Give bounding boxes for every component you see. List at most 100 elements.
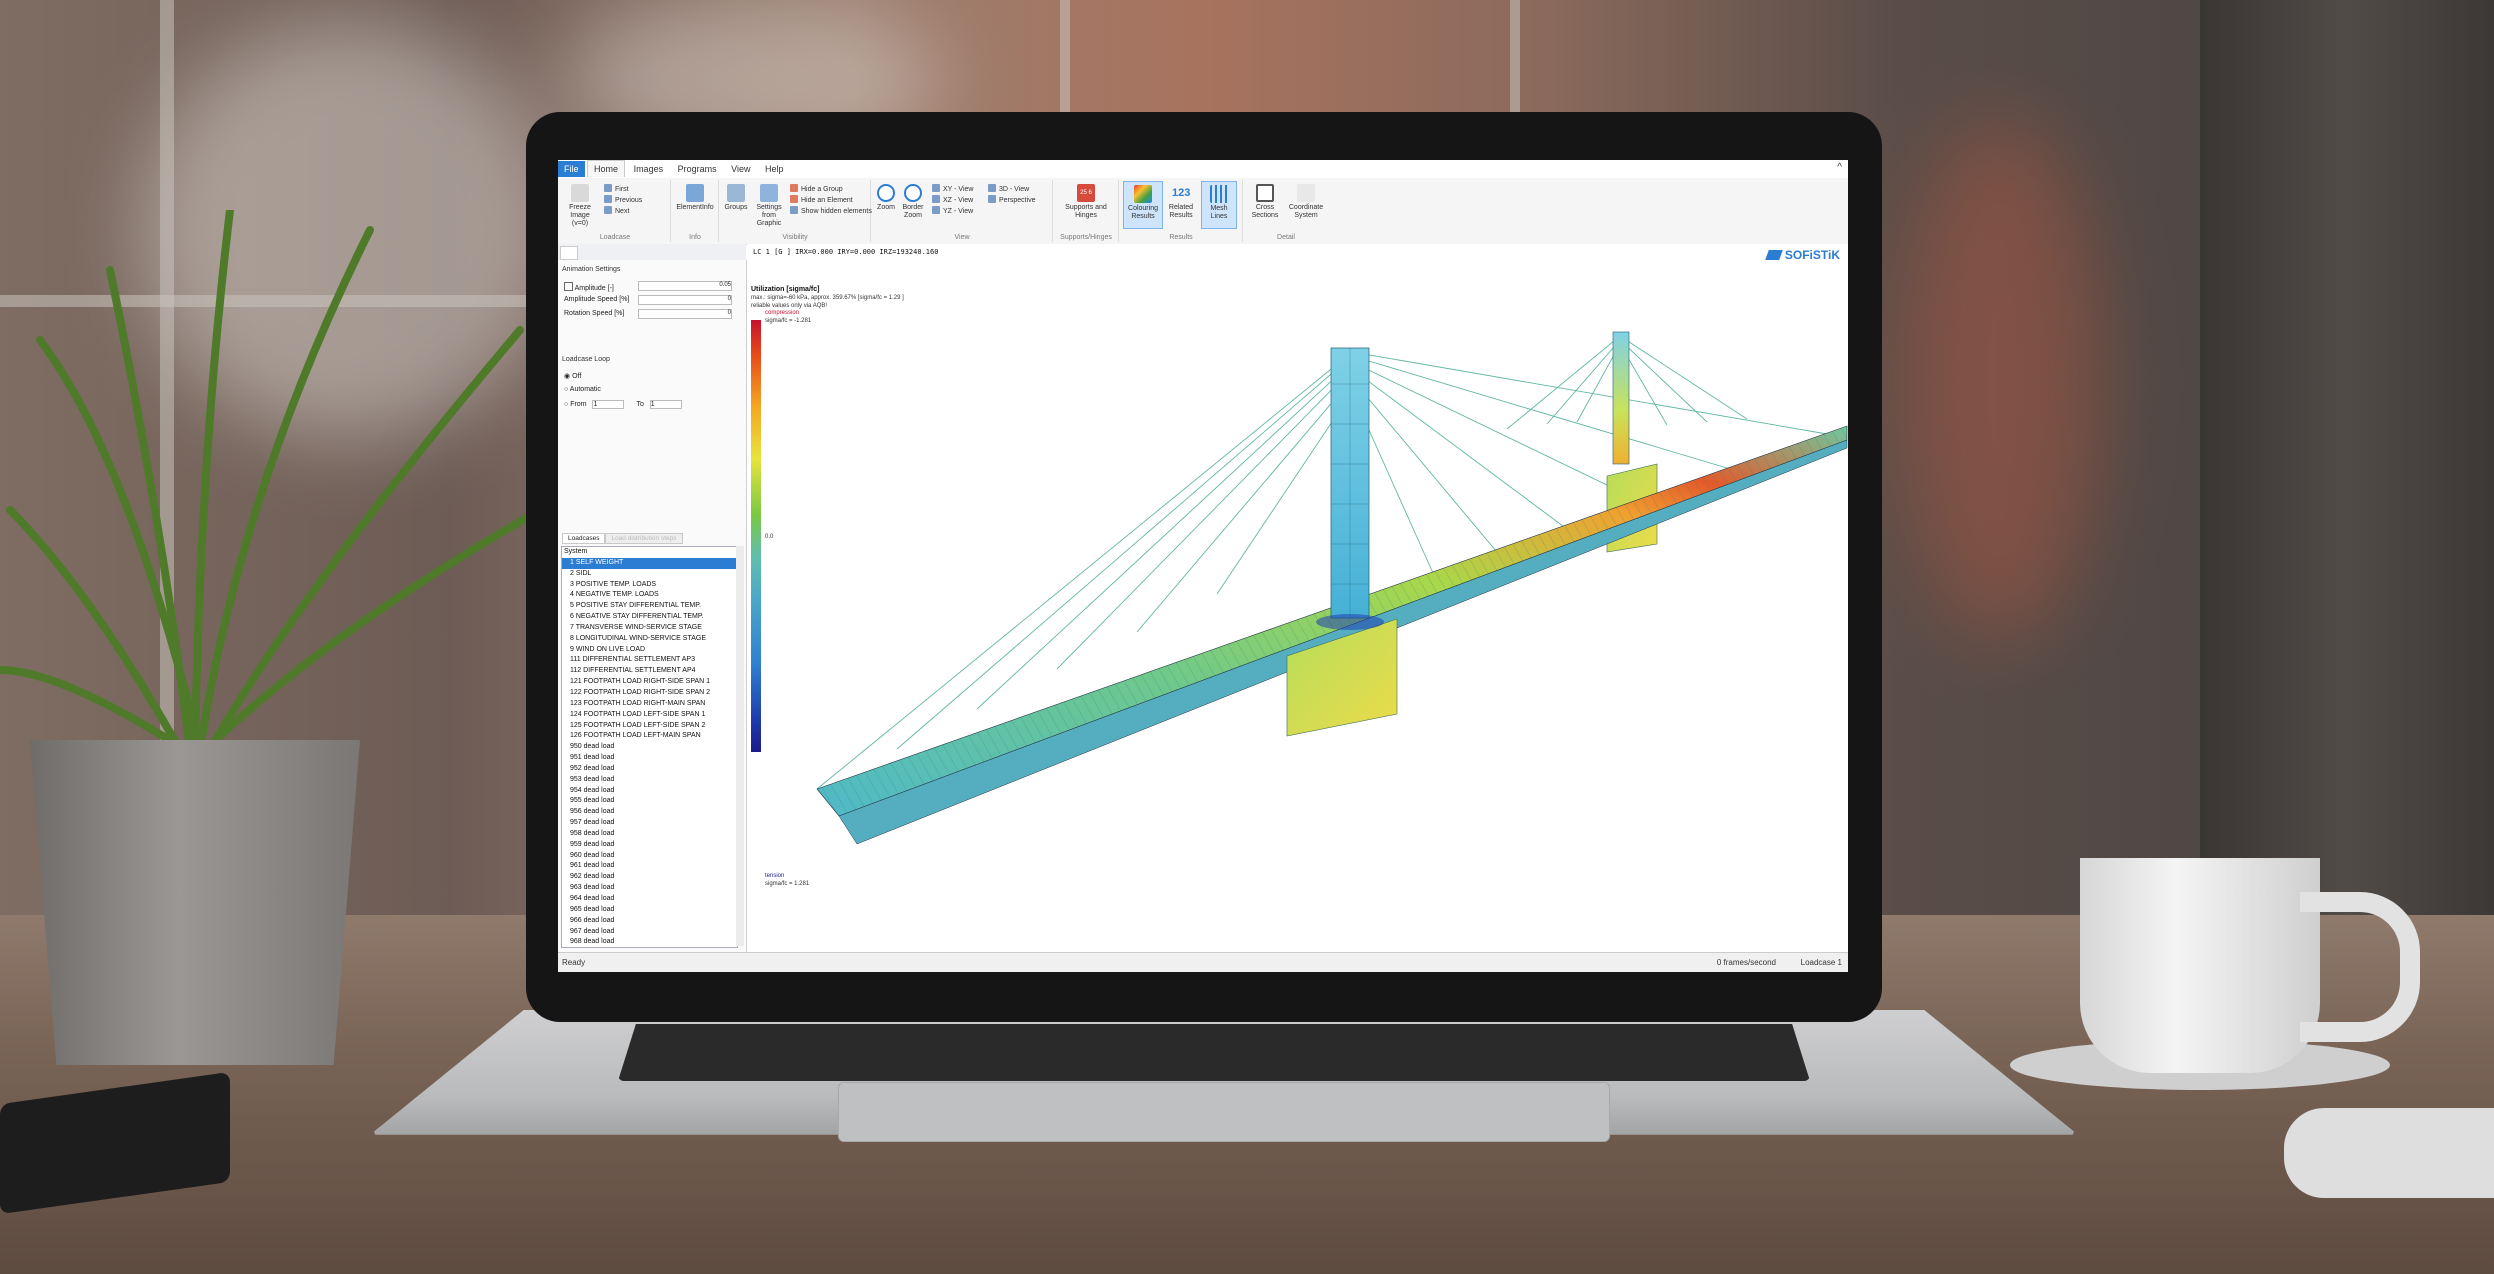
loadcase-item[interactable]: 6 NEGATIVE STAY DIFFERENTIAL TEMP. xyxy=(562,612,737,623)
loadcase-item[interactable]: 958 dead load xyxy=(562,829,737,840)
loadcase-item[interactable]: 965 dead load xyxy=(562,905,737,916)
laptop-trackpad xyxy=(838,1082,1610,1142)
loadcase-item[interactable]: 5 POSITIVE STAY DIFFERENTIAL TEMP. xyxy=(562,601,737,612)
border-zoom-button[interactable]: Border Zoom xyxy=(898,184,928,220)
xz-view-button[interactable]: XZ - View xyxy=(932,195,973,204)
loadcase-item[interactable]: 4 NEGATIVE TEMP. LOADS xyxy=(562,590,737,601)
to-select[interactable]: 1 xyxy=(649,400,682,409)
loadcase-item[interactable]: 962 dead load xyxy=(562,872,737,883)
settings-graphic-label: Settings from Graphic xyxy=(756,204,782,227)
loadcase-item[interactable]: 959 dead load xyxy=(562,840,737,851)
element-info-button[interactable]: ElementInfo xyxy=(674,184,716,212)
loadcase-item[interactable]: 125 FOOTPATH LOAD LEFT-SIDE SPAN 2 xyxy=(562,721,737,732)
status-fps: 0 frames/second xyxy=(1716,958,1776,967)
loadcase-item[interactable]: 957 dead load xyxy=(562,818,737,829)
previous-button[interactable]: Previous xyxy=(604,195,642,204)
related-label: Related Results xyxy=(1168,204,1194,219)
loadcase-item[interactable]: 954 dead load xyxy=(562,786,737,797)
menu-home[interactable]: Home xyxy=(587,160,626,177)
radio-off[interactable]: ◉ Off xyxy=(564,372,581,380)
show-hidden-button[interactable]: Show hidden elements xyxy=(790,206,872,215)
menu-help[interactable]: Help xyxy=(759,161,790,177)
first-button[interactable]: First xyxy=(604,184,629,193)
loadcase-item[interactable]: 964 dead load xyxy=(562,894,737,905)
radio-automatic[interactable]: ○ Automatic xyxy=(564,386,601,393)
coordinate-system-button[interactable]: Coordinate System xyxy=(1286,184,1326,220)
loadcase-item[interactable]: 1 SELF WEIGHT xyxy=(562,557,737,569)
loadcase-item[interactable]: 961 dead load xyxy=(562,861,737,872)
cup-handle xyxy=(2300,892,2420,1042)
loadcase-item[interactable]: 963 dead load xyxy=(562,883,737,894)
loadcase-item[interactable]: 122 FOOTPATH LOAD RIGHT-SIDE SPAN 2 xyxy=(562,688,737,699)
loadcase-item[interactable]: 2 SIDL xyxy=(562,569,737,580)
hide-group-button[interactable]: Hide a Group xyxy=(790,184,843,193)
xy-view-button[interactable]: XY - View xyxy=(932,184,973,193)
groups-button[interactable]: Groups xyxy=(722,184,750,212)
loadcase-item[interactable]: 121 FOOTPATH LOAD RIGHT-SIDE SPAN 1 xyxy=(562,677,737,688)
loadcase-item[interactable]: 112 DIFFERENTIAL SETTLEMENT AP4 xyxy=(562,666,737,677)
loadcase-item[interactable]: 3 POSITIVE TEMP. LOADS xyxy=(562,580,737,591)
loadcase-item[interactable]: 124 FOOTPATH LOAD LEFT-SIDE SPAN 1 xyxy=(562,710,737,721)
perspective-button[interactable]: Perspective xyxy=(988,195,1036,204)
show-hidden-label: Show hidden elements xyxy=(801,208,872,215)
menu-programs[interactable]: Programs xyxy=(672,161,723,177)
group-info: ElementInfo Info xyxy=(672,180,719,242)
settings-from-graphic-button[interactable]: Settings from Graphic xyxy=(750,184,788,228)
loadcase-item[interactable]: 968 dead load xyxy=(562,937,737,947)
amp-speed-label: Amplitude Speed [%] xyxy=(564,296,630,303)
menu-images[interactable]: Images xyxy=(628,161,670,177)
window-collapse-button[interactable]: ^ xyxy=(1837,162,1842,173)
loadcase-item[interactable]: 111 DIFFERENTIAL SETTLEMENT AP3 xyxy=(562,655,737,666)
list-scrollbar[interactable] xyxy=(736,546,744,946)
supports-hinges-button[interactable]: 25 6 Supports and Hinges xyxy=(1058,184,1114,220)
related-results-button[interactable]: 123 Related Results xyxy=(1164,184,1198,220)
cross-sections-button[interactable]: Cross Sections xyxy=(1246,184,1284,220)
panel-tab-list-icon[interactable] xyxy=(560,246,578,260)
colouring-results-button[interactable]: Colouring Results xyxy=(1123,181,1163,229)
graphic-viewport[interactable]: LC 1 [G ] IRX=0.000 IRY=0.000 IRZ=193240… xyxy=(747,244,1848,952)
loadcase-item[interactable]: 953 dead load xyxy=(562,775,737,786)
loadcase-item[interactable]: 955 dead load xyxy=(562,796,737,807)
hide-element-button[interactable]: Hide an Element xyxy=(790,195,853,204)
tab-loadcases[interactable]: Loadcases xyxy=(562,533,606,544)
loadcase-list: System 1 SELF WEIGHT 2 SIDL 3 POSITIVE TEM… xyxy=(561,546,738,948)
panel-tab-settings-icon[interactable] xyxy=(582,246,598,258)
animation-title: Animation Settings xyxy=(562,266,621,273)
mesh-label: Mesh Lines xyxy=(1210,205,1228,220)
loadcase-item[interactable]: 967 dead load xyxy=(562,927,737,938)
hide-group-icon xyxy=(790,184,798,192)
next-button[interactable]: Next xyxy=(604,206,629,215)
zoom-button[interactable]: Zoom xyxy=(874,184,898,212)
freeze-image-button[interactable]: Freeze Image (v=0) xyxy=(562,184,598,228)
mesh-icon xyxy=(1210,185,1228,203)
cross-label: Cross Sections xyxy=(1251,204,1279,219)
loadcase-item[interactable]: 123 FOOTPATH LOAD RIGHT-MAIN SPAN xyxy=(562,699,737,710)
rot-speed-input[interactable]: 0 xyxy=(638,309,732,319)
loadcase-item[interactable]: 951 dead load xyxy=(562,753,737,764)
from-select[interactable]: 1 xyxy=(592,400,625,409)
loadcase-item[interactable]: 126 FOOTPATH LOAD LEFT-MAIN SPAN xyxy=(562,731,737,742)
amplitude-checkbox[interactable] xyxy=(564,282,573,291)
amplitude-label: Amplitude [-] xyxy=(574,285,614,292)
amp-speed-input[interactable]: 0 xyxy=(638,295,732,305)
loadcase-item[interactable]: 960 dead load xyxy=(562,851,737,862)
yz-view-button[interactable]: YZ - View xyxy=(932,206,973,215)
radio-from[interactable]: ○ From 1 To 1 xyxy=(564,400,682,409)
zoom-label: Zoom xyxy=(877,204,895,211)
loadcase-item[interactable]: 950 dead load xyxy=(562,742,737,753)
loadcase-item[interactable]: 8 LONGITUDINAL WIND-SERVICE STAGE xyxy=(562,634,737,645)
loadcase-item[interactable]: 952 dead load xyxy=(562,764,737,775)
menu-view[interactable]: View xyxy=(725,161,756,177)
mesh-lines-button[interactable]: Mesh Lines xyxy=(1201,181,1237,229)
tab-load-distribution[interactable]: Load distribution steps xyxy=(605,533,683,544)
menu-file[interactable]: File xyxy=(558,161,585,177)
loadcase-item[interactable]: 966 dead load xyxy=(562,916,737,927)
menu-bar: File Home Images Programs View Help ^ xyxy=(558,160,1848,179)
3d-view-button[interactable]: 3D - View xyxy=(988,184,1029,193)
amplitude-input[interactable]: 0.05 xyxy=(638,281,732,291)
to-label: To xyxy=(636,401,644,408)
loadcase-item[interactable]: 9 WIND ON LIVE LOAD xyxy=(562,645,737,656)
yz-view-label: YZ - View xyxy=(943,208,974,215)
loadcase-item[interactable]: 7 TRANSVERSE WIND-SERVICE STAGE xyxy=(562,623,737,634)
loadcase-item[interactable]: 956 dead load xyxy=(562,807,737,818)
